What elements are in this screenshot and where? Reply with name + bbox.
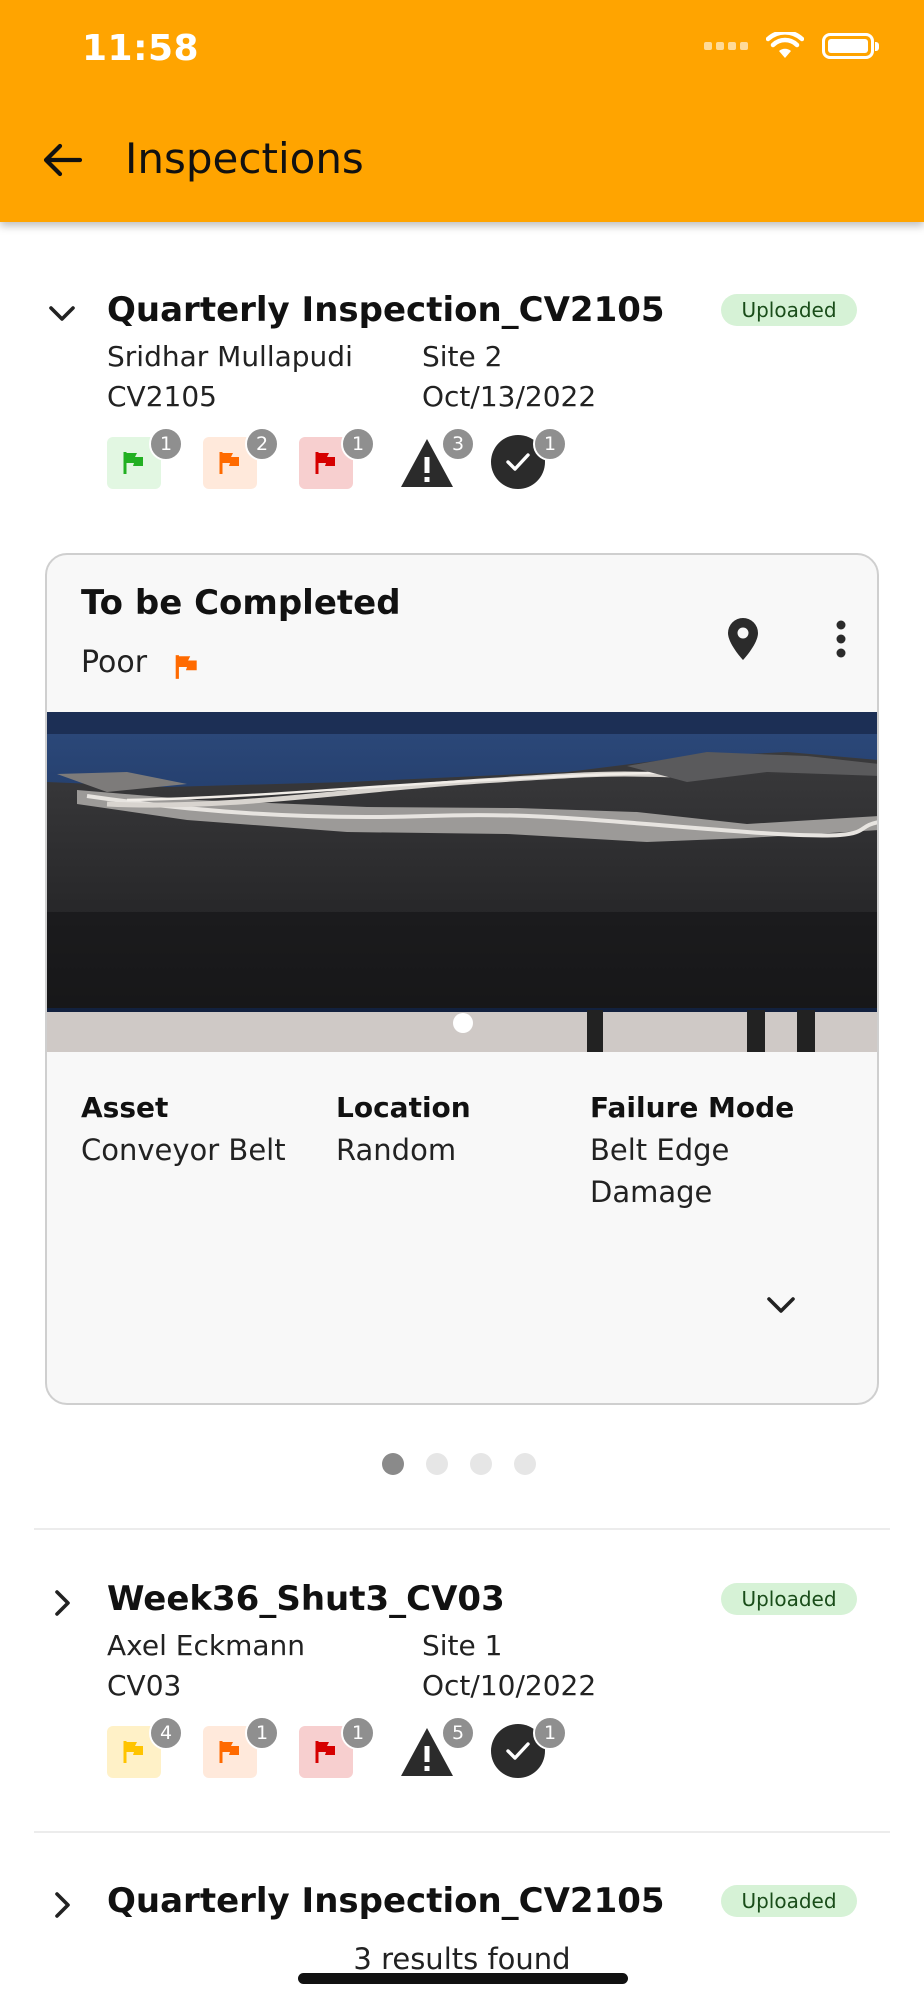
flag-green-icon xyxy=(123,452,143,474)
count-bubble: 1 xyxy=(533,427,567,461)
cellular-signal-icon xyxy=(704,42,748,50)
count-bubble: 3 xyxy=(441,427,475,461)
flag-orange-icon xyxy=(219,1741,239,1763)
battery-icon xyxy=(822,33,879,59)
good-count: 1 xyxy=(107,427,183,489)
status-badge: Uploaded xyxy=(721,294,857,326)
flag-red-icon xyxy=(315,452,335,474)
critical-count: 1 xyxy=(299,427,375,489)
site-name: Site 1 xyxy=(422,1629,503,1662)
inspector-name: Sridhar Mullapudi xyxy=(107,340,353,373)
fair-count: 4 xyxy=(107,1716,183,1778)
pager-dot[interactable] xyxy=(514,1453,536,1475)
flag-yellow-icon xyxy=(123,1741,143,1763)
home-indicator[interactable] xyxy=(298,1973,628,1984)
count-bubble: 1 xyxy=(149,427,183,461)
inspection-date: Oct/10/2022 xyxy=(422,1669,597,1702)
asset-code: CV2105 xyxy=(107,380,217,413)
more-vertical-icon xyxy=(836,620,846,658)
chevron-down-icon xyxy=(767,1297,795,1313)
arrow-left-icon xyxy=(43,143,82,177)
status-time: 11:58 xyxy=(82,28,200,69)
count-bubble: 5 xyxy=(441,1716,475,1750)
more-options-button[interactable] xyxy=(825,611,857,667)
results-count: 3 results found xyxy=(353,1942,571,1976)
flag-orange-icon xyxy=(175,655,197,679)
pager-dot[interactable] xyxy=(426,1453,448,1475)
finding-status: To be Completed xyxy=(81,583,401,623)
asset-label: Asset xyxy=(81,1091,169,1124)
belt-damage-image xyxy=(47,712,877,1052)
asset-code: CV03 xyxy=(107,1669,182,1702)
divider xyxy=(34,1528,890,1530)
status-icons xyxy=(704,32,879,60)
count-bubble: 1 xyxy=(533,1716,567,1750)
critical-count: 1 xyxy=(299,1716,375,1778)
failure-mode-label: Failure Mode xyxy=(590,1091,795,1124)
completed-count: 1 xyxy=(491,427,567,489)
flag-red-icon xyxy=(315,1741,335,1763)
page-title: Inspections xyxy=(125,134,364,183)
pager-dot[interactable] xyxy=(382,1453,404,1475)
inspection-title: Quarterly Inspection_CV2105 xyxy=(107,290,665,330)
count-bubble: 2 xyxy=(245,427,279,461)
expand-button[interactable] xyxy=(44,1585,80,1621)
flag-orange-icon xyxy=(219,452,239,474)
count-bubble: 4 xyxy=(149,1716,183,1750)
finding-counts: 4 1 1 5 1 xyxy=(107,1716,607,1778)
completed-count: 1 xyxy=(491,1716,567,1778)
asset-value: Conveyor Belt xyxy=(81,1133,286,1167)
map-pin-icon xyxy=(728,618,758,660)
finding-card[interactable]: To be Completed Poor Asset Conveyor Belt… xyxy=(45,553,879,1405)
pager-dot[interactable] xyxy=(470,1453,492,1475)
collapse-button[interactable] xyxy=(44,296,80,332)
status-badge: Uploaded xyxy=(721,1583,857,1615)
site-name: Site 2 xyxy=(422,340,503,373)
inspection-date: Oct/13/2022 xyxy=(422,380,597,413)
expand-button[interactable] xyxy=(44,1887,80,1923)
inspection-title: Quarterly Inspection_CV2105 xyxy=(107,1881,665,1921)
status-badge: Uploaded xyxy=(721,1885,857,1917)
count-bubble: 1 xyxy=(245,1716,279,1750)
warning-count: 3 xyxy=(399,427,475,487)
finding-photo[interactable] xyxy=(47,712,877,1052)
inspection-title: Week36_Shut3_CV03 xyxy=(107,1579,505,1619)
finding-counts: 1 2 1 3 1 xyxy=(107,427,607,489)
location-label: Location xyxy=(336,1091,471,1124)
expand-details-button[interactable] xyxy=(759,1283,803,1327)
finding-rating: Poor xyxy=(81,645,148,680)
chevron-right-icon xyxy=(55,1892,70,1918)
failure-mode-value: Belt Edge Damage xyxy=(590,1133,730,1209)
chevron-down-icon xyxy=(49,306,75,321)
inspector-name: Axel Eckmann xyxy=(107,1629,305,1662)
divider xyxy=(34,1831,890,1833)
back-button[interactable] xyxy=(38,136,86,184)
count-bubble: 1 xyxy=(341,1716,375,1750)
app-bar: 11:58 Inspections xyxy=(0,0,924,222)
photo-pager-dot xyxy=(453,1013,473,1033)
card-pager[interactable] xyxy=(382,1453,536,1475)
count-bubble: 1 xyxy=(341,427,375,461)
poor-count: 1 xyxy=(203,1716,279,1778)
location-value: Random xyxy=(336,1133,457,1167)
location-button[interactable] xyxy=(719,611,767,667)
warning-count: 5 xyxy=(399,1716,475,1776)
chevron-right-icon xyxy=(55,1590,70,1616)
wifi-icon xyxy=(766,32,804,58)
poor-count: 2 xyxy=(203,427,279,489)
